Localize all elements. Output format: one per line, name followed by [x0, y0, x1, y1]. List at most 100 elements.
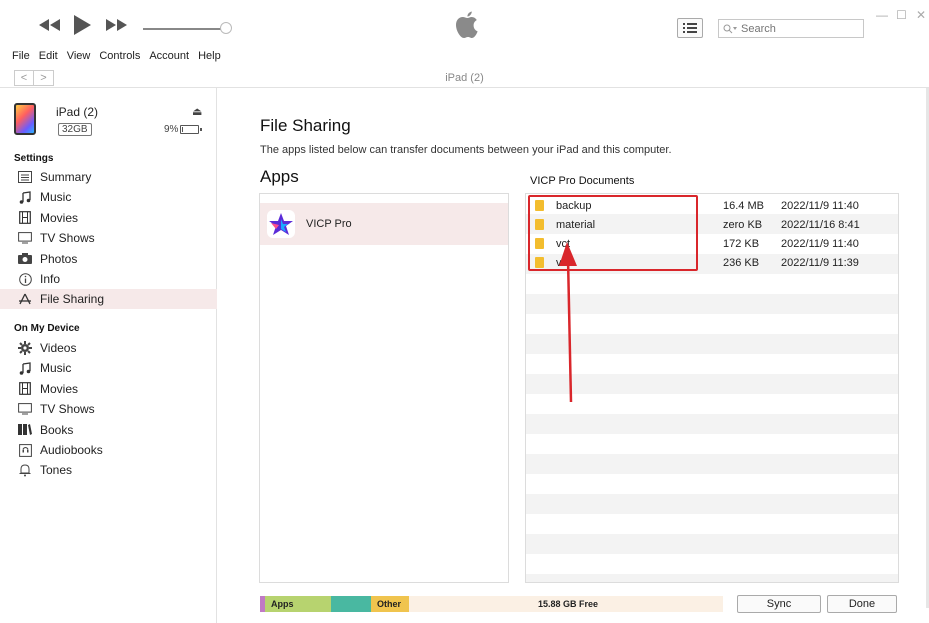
sidebar-item-label: Books	[40, 422, 74, 437]
sidebar-device-item-audiobooks[interactable]: Audiobooks	[0, 440, 217, 460]
documents-heading: VICP Pro Documents	[530, 175, 635, 187]
document-date: 2022/11/9 11:39	[781, 256, 859, 269]
sidebar-item-summary[interactable]: Summary	[0, 167, 217, 187]
menu-account[interactable]: Account	[149, 50, 189, 66]
storage-segment-teal	[331, 596, 371, 612]
sidebar-item-music[interactable]: Music	[0, 187, 217, 207]
search-icon	[723, 24, 737, 33]
folder-icon	[535, 238, 544, 249]
document-row[interactable]: vn 236 KB 2022/11/9 11:39	[526, 253, 898, 272]
battery-tip	[200, 128, 202, 131]
sidebar-item-info[interactable]: Info	[0, 269, 217, 289]
document-size: 236 KB	[723, 256, 760, 269]
menu-bar: File Edit View Controls Account Help	[0, 50, 929, 66]
app-row-vicp-pro[interactable]: VICP Pro	[260, 203, 508, 245]
volume-slider[interactable]	[143, 28, 225, 30]
sidebar-item-label: Videos	[40, 341, 77, 355]
document-date: 2022/11/9 11:40	[781, 199, 859, 212]
capacity-badge: 32GB	[58, 123, 92, 136]
sidebar-item-photos[interactable]: Photos	[0, 249, 217, 269]
storage-other-label: Other	[377, 599, 402, 609]
document-name: vn	[556, 256, 568, 269]
tv-icon	[18, 231, 32, 245]
sidebar-item-label: TV Shows	[40, 231, 95, 246]
document-row[interactable]: vct 172 KB 2022/11/9 11:40	[526, 234, 898, 253]
sidebar-item-file-sharing[interactable]: File Sharing	[0, 289, 217, 310]
summary-icon	[18, 170, 32, 184]
app-name: VICP Pro	[306, 218, 352, 230]
sidebar-item-label: Music	[40, 190, 72, 205]
sidebar-item-label: Audiobooks	[40, 443, 103, 457]
info-icon	[18, 272, 32, 286]
menu-view[interactable]: View	[67, 50, 91, 66]
music-icon	[18, 361, 32, 375]
title-bar: — ☐ ✕	[0, 0, 929, 50]
minimize-button[interactable]: —	[874, 8, 890, 24]
document-date: 2022/11/16 8:41	[781, 218, 860, 231]
sidebar-item-tv-shows[interactable]: TV Shows	[0, 228, 217, 248]
sidebar-item-label: Tones	[40, 463, 73, 478]
document-date: 2022/11/9 11:40	[781, 237, 859, 250]
documents-list: backup 16.4 MB 2022/11/9 11:40 material zero…	[525, 193, 899, 583]
tv-icon	[18, 402, 32, 416]
device-name: iPad (2)	[56, 105, 99, 119]
sidebar-device-item-books[interactable]: Books	[0, 420, 217, 440]
eject-icon[interactable]: ⏏	[192, 105, 202, 118]
sidebar-device-item-music[interactable]: Music	[0, 358, 217, 378]
sidebar-item-label: Movies	[40, 210, 79, 225]
sidebar-item-label: Summary	[40, 170, 92, 184]
search-box[interactable]	[718, 19, 864, 38]
sync-button[interactable]: Sync	[737, 595, 821, 613]
sidebar-item-label: TV Shows	[40, 402, 95, 417]
gear-icon	[18, 341, 32, 355]
audiobook-icon	[18, 443, 32, 457]
settings-section-title: Settings	[14, 153, 54, 164]
search-input[interactable]	[741, 22, 859, 35]
document-size: zero KB	[723, 218, 763, 231]
page-title: File Sharing	[260, 116, 351, 135]
movies-icon	[18, 211, 32, 225]
menu-help[interactable]: Help	[198, 50, 221, 66]
storage-segment-other: Other	[371, 596, 409, 612]
document-size: 16.4 MB	[723, 199, 764, 212]
sidebar-device-item-tv-shows[interactable]: TV Shows	[0, 399, 217, 419]
list-view-button[interactable]	[677, 18, 703, 38]
menu-controls[interactable]: Controls	[99, 50, 140, 66]
close-button[interactable]: ✕	[913, 8, 929, 24]
sidebar-item-movies[interactable]: Movies	[0, 208, 217, 228]
document-row[interactable]: material zero KB 2022/11/16 8:41	[526, 215, 898, 234]
sidebar-device-item-videos[interactable]: Videos	[0, 338, 217, 358]
rewind-icon[interactable]	[38, 14, 62, 36]
done-button[interactable]: Done	[827, 595, 897, 613]
sidebar-item-label: Movies	[40, 381, 79, 396]
device-section-title: On My Device	[14, 323, 80, 334]
list-icon	[683, 23, 697, 33]
menu-edit[interactable]: Edit	[39, 50, 58, 66]
fast-forward-icon[interactable]	[104, 14, 128, 36]
sidebar-item-label: File Sharing	[40, 292, 105, 307]
battery-percent: 9%	[164, 124, 179, 135]
sidebar-device-item-movies[interactable]: Movies	[0, 379, 217, 399]
maximize-button[interactable]: ☐	[894, 8, 910, 24]
book-icon	[18, 423, 32, 437]
sidebar: iPad (2) ⏏ 32GB 9% Settings Summary Music…	[0, 88, 217, 623]
document-row[interactable]: backup 16.4 MB 2022/11/9 11:40	[526, 196, 898, 215]
menu-file[interactable]: File	[12, 50, 30, 66]
device-header[interactable]: iPad (2) ⏏ 32GB 9%	[14, 103, 214, 151]
sidebar-device-item-tones[interactable]: Tones	[0, 460, 217, 480]
apple-logo-icon	[452, 10, 482, 42]
document-name: material	[556, 218, 596, 231]
play-icon[interactable]	[70, 14, 94, 36]
star-app-icon	[267, 210, 295, 238]
volume-knob[interactable]	[220, 22, 232, 34]
storage-segment-apps: Apps	[265, 596, 331, 612]
navigation-row: < > iPad (2)	[0, 66, 929, 88]
music-icon	[18, 190, 32, 204]
battery-icon	[180, 125, 199, 134]
bell-icon	[18, 463, 32, 477]
storage-apps-label: Apps	[271, 599, 294, 609]
document-name: backup	[556, 199, 592, 212]
sidebar-item-label: Info	[40, 272, 61, 286]
folder-icon	[535, 219, 544, 230]
apps-heading: Apps	[260, 167, 299, 186]
